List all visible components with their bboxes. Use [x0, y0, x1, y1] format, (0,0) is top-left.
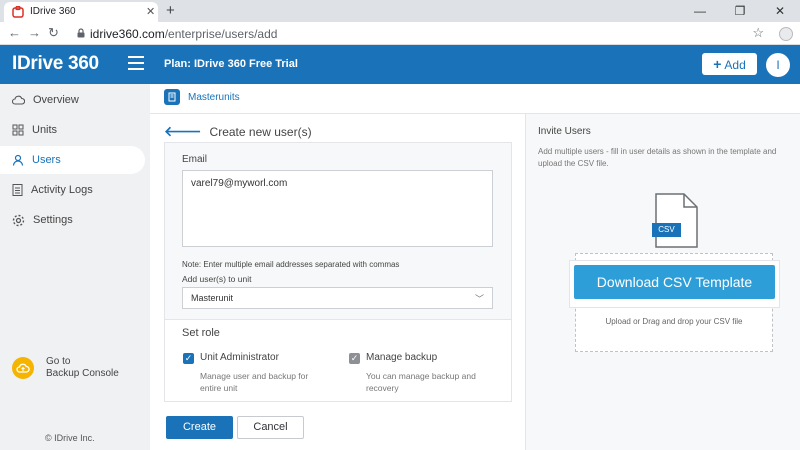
csv-file-icon	[652, 193, 698, 248]
chevron-down-icon: ﹀	[474, 294, 484, 304]
browser-toolbar: ← → ↻ idrive360.com/enterprise/users/add…	[0, 22, 800, 45]
backup-cloud-icon	[12, 357, 34, 379]
tab-title: IDrive 360	[30, 6, 76, 17]
create-user-form: Email varel79@myworl.com Note: Enter mul…	[164, 142, 512, 402]
idrive-favicon-icon	[12, 6, 24, 18]
invite-users-description: Add multiple users - fill in user detail…	[538, 147, 777, 168]
sidebar-item-label: Settings	[33, 214, 73, 226]
download-template-wrapper: Download CSV Template	[569, 260, 780, 308]
browser-profile-icon[interactable]	[779, 27, 793, 41]
address-bar[interactable]: idrive360.com/enterprise/users/add ☆	[68, 24, 768, 43]
unit-admin-checkbox[interactable]: ✓	[183, 353, 194, 364]
sidebar-item-units[interactable]: Units	[0, 116, 145, 144]
url-text: idrive360.com/enterprise/users/add	[90, 27, 277, 41]
sidebar-item-settings[interactable]: Settings	[0, 206, 145, 234]
plan-label: Plan: IDrive 360 Free Trial	[164, 58, 298, 70]
tab-close-icon[interactable]: ✕	[146, 5, 155, 18]
close-window-icon[interactable]: ✕	[760, 0, 800, 22]
hamburger-menu-icon[interactable]	[128, 56, 144, 70]
app-header: IDrive 360 Plan: IDrive 360 Free Trial +…	[0, 45, 800, 84]
bookmark-star-icon[interactable]: ☆	[752, 25, 764, 41]
add-button-label: Add	[724, 58, 746, 72]
manage-backup-label: Manage backup	[366, 352, 438, 363]
browser-tabbar: IDrive 360 ✕ + — ❐ ✕	[0, 0, 800, 22]
manage-backup-checkbox[interactable]: ✓	[349, 353, 360, 364]
window-controls: — ❐ ✕	[680, 0, 800, 22]
backup-console-link[interactable]: Go to Backup Console	[12, 356, 119, 380]
email-note: Note: Enter multiple email addresses sep…	[182, 260, 400, 269]
create-button[interactable]: Create	[166, 416, 233, 439]
plus-icon: +	[713, 56, 722, 72]
set-role-heading: Set role	[182, 327, 220, 339]
email-label: Email	[182, 154, 208, 165]
user-icon	[12, 154, 24, 166]
url-host: idrive360.com	[90, 27, 165, 41]
sidebar-item-label: Activity Logs	[31, 184, 93, 196]
sidebar: Overview Units Users Activity Logs Setti…	[0, 84, 150, 450]
backup-link-line1: Go to	[46, 356, 71, 367]
unit-admin-desc: Manage user and backup for entire unit	[200, 371, 309, 393]
minimize-icon[interactable]: —	[680, 0, 720, 22]
browser-tab[interactable]: IDrive 360 ✕	[4, 2, 158, 22]
back-arrow-icon[interactable]: 🡐	[164, 123, 202, 140]
forward-icon[interactable]: →	[28, 25, 41, 40]
new-tab-button[interactable]: +	[166, 2, 175, 19]
drop-zone-text: Upload or Drag and drop your CSV file	[605, 317, 743, 326]
add-button[interactable]: + Add	[702, 53, 757, 75]
building-icon	[164, 89, 180, 105]
page-title-row: 🡐 Create new user(s)	[164, 123, 312, 140]
breadcrumb: Masterunits	[164, 89, 240, 105]
invite-users-panel: Invite Users Add multiple users - fill i…	[525, 114, 800, 450]
sidebar-item-label: Users	[32, 154, 61, 166]
form-divider	[165, 319, 511, 320]
restore-icon[interactable]: ❐	[720, 0, 760, 22]
url-path: /enterprise/users/add	[164, 27, 278, 41]
unit-label: Add user(s) to unit	[182, 274, 252, 284]
email-field[interactable]: varel79@myworl.com	[182, 170, 493, 247]
document-icon	[12, 184, 23, 196]
manage-backup-desc: You can manage backup and recovery	[366, 371, 476, 393]
sidebar-item-label: Units	[32, 124, 58, 136]
unit-admin-label: Unit Administrator	[200, 352, 279, 363]
sidebar-item-activity-logs[interactable]: Activity Logs	[0, 176, 145, 204]
download-csv-template-button[interactable]: Download CSV Template	[574, 265, 775, 299]
cloud-icon	[12, 95, 25, 105]
unit-select-value: Masterunit	[191, 293, 234, 303]
gear-icon	[12, 214, 25, 226]
sidebar-item-users[interactable]: Users	[0, 146, 145, 174]
cancel-button[interactable]: Cancel	[237, 416, 304, 439]
lock-icon	[77, 28, 85, 38]
reload-icon[interactable]: ↻	[48, 25, 59, 41]
sidebar-item-overview[interactable]: Overview	[0, 86, 145, 114]
idrive-logo[interactable]: IDrive 360	[12, 53, 99, 75]
grid-icon	[12, 124, 24, 136]
unit-select[interactable]: Masterunit ﹀	[182, 287, 493, 309]
sidebar-item-label: Overview	[33, 94, 79, 106]
avatar[interactable]: I	[766, 53, 790, 77]
back-icon[interactable]: ←	[8, 25, 21, 40]
invite-users-title: Invite Users	[538, 126, 591, 137]
copyright-text: © IDrive Inc.	[45, 433, 95, 443]
backup-link-line2: Backup Console	[46, 368, 119, 379]
breadcrumb-link[interactable]: Masterunits	[188, 92, 240, 103]
page-title: Create new user(s)	[209, 124, 312, 139]
csv-file-tag: CSV	[658, 225, 675, 234]
